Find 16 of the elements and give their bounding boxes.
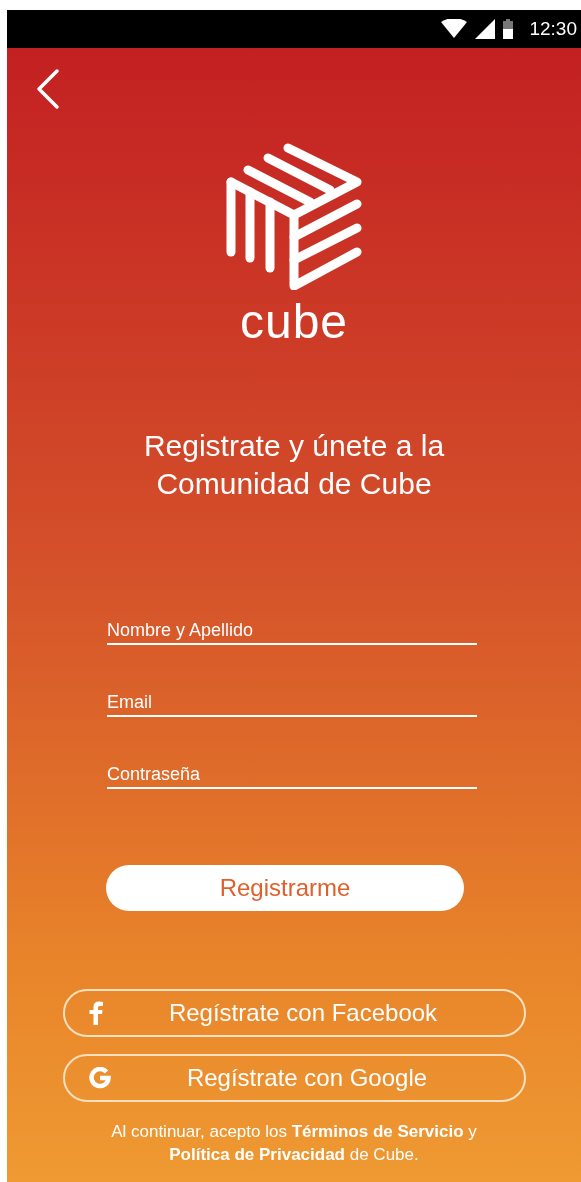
register-button[interactable]: Registrarme: [106, 865, 464, 911]
signal-icon: [475, 19, 496, 39]
headline: Comunidad de Cube: [156, 466, 432, 502]
google-button[interactable]: Regístrate con Google: [62, 1054, 526, 1102]
facebook-button[interactable]: Regístrate con Facebook: [62, 989, 526, 1037]
facebook-icon: [88, 1001, 103, 1025]
headline: Registrate y únete a la: [143, 428, 445, 464]
status-time: 12:30: [529, 18, 577, 40]
google-icon: [88, 1067, 111, 1089]
wifi-icon: [441, 19, 468, 39]
terms-text: Al continuar, acepto los Términos de Servicio y Política de Privacidad de Cube.: [110, 1121, 478, 1166]
battery-icon: [503, 19, 514, 39]
logo-wordmark: cube: [239, 294, 349, 349]
input-field[interactable]: Nombre y Apellido: [107, 620, 477, 643]
input-field[interactable]: Email: [107, 692, 477, 715]
input-field[interactable]: Contraseña: [107, 764, 477, 787]
